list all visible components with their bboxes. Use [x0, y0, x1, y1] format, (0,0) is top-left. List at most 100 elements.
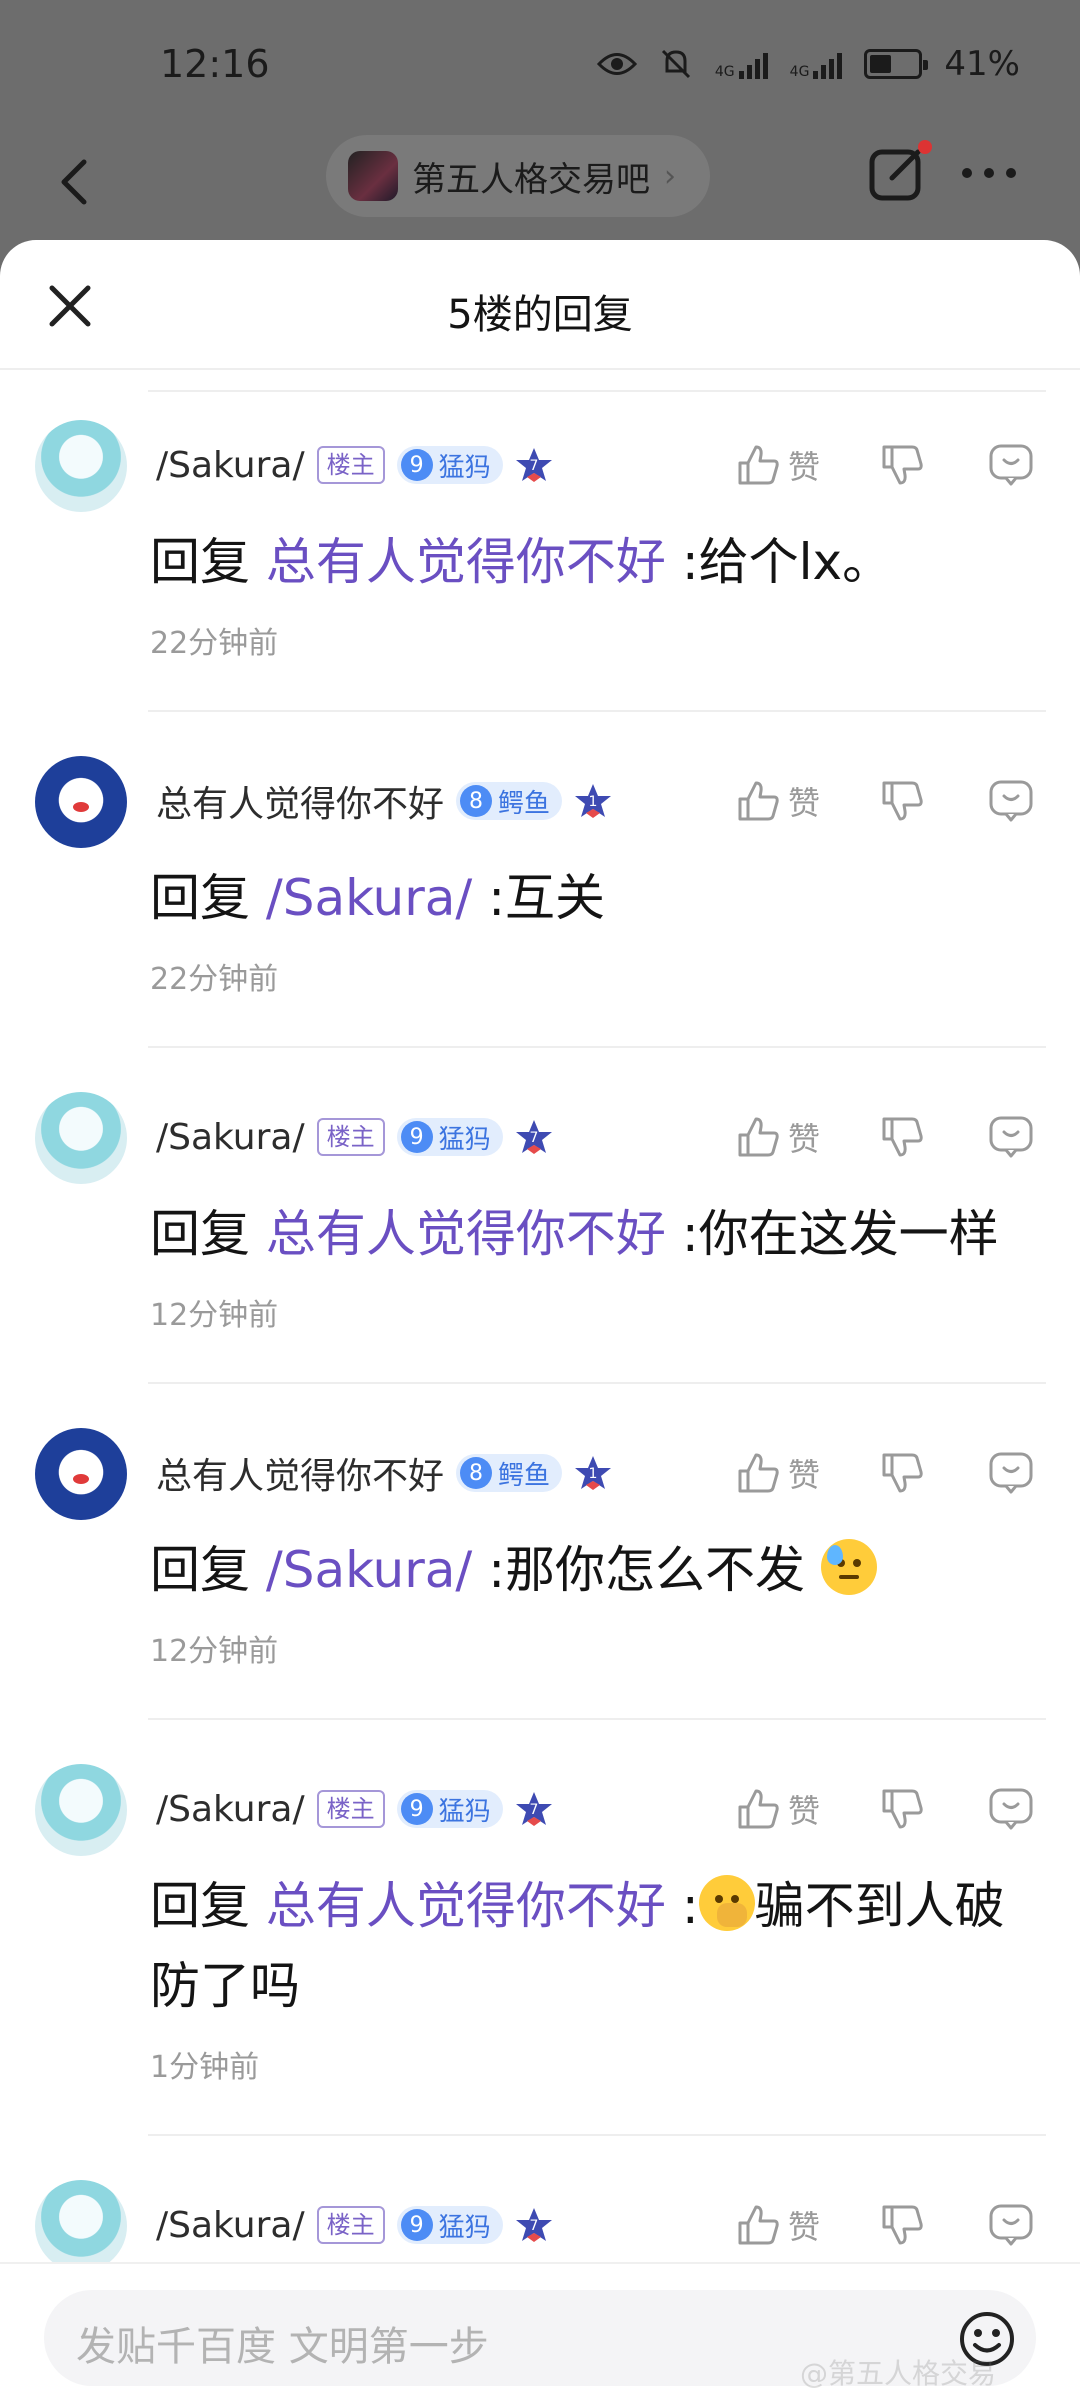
comment-input-placeholder: 发贴千百度 文明第一步: [76, 2324, 489, 2370]
net1-label: 4G: [714, 64, 735, 80]
star-level: 7: [529, 1802, 538, 1818]
avatar[interactable]: [35, 1764, 127, 1856]
forum-link[interactable]: 第五人格交易吧 ›: [326, 135, 710, 217]
username[interactable]: 总有人觉得你不好: [156, 775, 444, 827]
dislike-button[interactable]: [880, 438, 924, 492]
reply-meta: /Sakura/ 楼主 9 猛犸 7: [156, 440, 553, 490]
reply-text: 回复 总有人觉得你不好 : 骗不到人破防了吗: [150, 1866, 1050, 2026]
dislike-button[interactable]: [880, 2198, 924, 2252]
level-name: 猛犸: [438, 1796, 491, 1827]
thumbs-down-icon: [882, 1117, 923, 1157]
level-number: 9: [400, 1121, 433, 1153]
owner-tag: 楼主: [316, 1118, 385, 1156]
level-name: 鳄鱼: [498, 1460, 551, 1491]
like-button[interactable]: 赞: [736, 1110, 820, 1164]
avatar[interactable]: [35, 1428, 127, 1520]
mention-link[interactable]: /Sakura/: [266, 1541, 472, 1599]
comment-button[interactable]: [988, 1110, 1034, 1164]
thumbs-up-icon: [738, 1789, 779, 1829]
mention-link[interactable]: 总有人觉得你不好: [266, 1877, 666, 1935]
reply-text: 回复 /Sakura/ :那你怎么不发: [150, 1530, 877, 1610]
reply-meta: /Sakura/ 楼主 9 猛犸 7: [156, 2200, 553, 2250]
like-button[interactable]: 赞: [736, 1446, 820, 1500]
reply-sheet: 5楼的回复 /Sakura/ 楼主 9 猛犸 7 赞 回复 总有人觉得你不好:…: [0, 240, 1080, 2400]
comment-icon: [989, 1788, 1033, 1830]
reply-meta: 总有人觉得你不好 8 鳄鱼 1: [156, 776, 612, 826]
level-number: 9: [400, 1793, 433, 1825]
dislike-button[interactable]: [880, 1782, 924, 1836]
like-button[interactable]: 赞: [736, 1782, 820, 1836]
star-level: 1: [589, 1466, 598, 1482]
battery-icon: [864, 49, 929, 79]
mention-link[interactable]: /Sakura/: [266, 869, 472, 927]
star-level: 7: [529, 1130, 538, 1146]
reply-time: 22分钟前: [150, 626, 279, 661]
username[interactable]: /Sakura/: [156, 1117, 305, 1158]
watermark: @第五人格交易: [800, 2357, 997, 2390]
avatar[interactable]: [35, 420, 127, 512]
comment-icon: [989, 444, 1033, 486]
comment-icon: [989, 1116, 1033, 1158]
level-badge: 9 猛犸: [396, 446, 503, 484]
reply-time: 22分钟前: [150, 962, 279, 997]
reply-content: :互关: [488, 869, 606, 927]
level-number: 9: [400, 2209, 433, 2241]
like-label: 赞: [788, 784, 821, 822]
star-badge-icon: 7: [515, 1792, 552, 1826]
comment-button[interactable]: [988, 2198, 1034, 2252]
battery-percent: 41%: [944, 44, 1020, 84]
like-button[interactable]: 赞: [736, 774, 820, 828]
like-label: 赞: [788, 1456, 821, 1494]
comment-icon: [989, 1452, 1033, 1494]
dislike-button[interactable]: [880, 1110, 924, 1164]
thumbs-down-icon: [882, 1789, 923, 1829]
back-icon[interactable]: [46, 152, 106, 212]
thumbs-up-icon: [738, 445, 779, 485]
reply-content: :: [681, 1877, 699, 1935]
sheet-header: 5楼的回复: [0, 240, 1080, 370]
level-name: 鳄鱼: [498, 788, 551, 819]
username[interactable]: /Sakura/: [156, 2205, 305, 2246]
eye-icon: [596, 53, 637, 75]
like-button[interactable]: 赞: [736, 2198, 820, 2252]
comment-icon: [989, 780, 1033, 822]
reply-meta: /Sakura/ 楼主 9 猛犸 7: [156, 1784, 553, 1834]
status-time: 12:16: [160, 42, 270, 86]
thumbs-up-icon: [738, 781, 779, 821]
more-icon[interactable]: [962, 168, 1016, 178]
forum-avatar: [348, 151, 398, 201]
divider: [148, 1046, 1046, 1048]
avatar[interactable]: [35, 1092, 127, 1184]
thumbs-up-icon: [738, 1453, 779, 1493]
divider: [148, 1718, 1046, 1720]
mute-bell-icon: [661, 49, 690, 79]
avatar[interactable]: [35, 2180, 127, 2272]
comment-button[interactable]: [988, 774, 1034, 828]
star-badge-icon: 7: [515, 448, 552, 482]
comment-button[interactable]: [988, 438, 1034, 492]
reply-content: :你在这发一样: [681, 1205, 999, 1263]
mention-link[interactable]: 总有人觉得你不好: [266, 1205, 666, 1263]
comment-button[interactable]: [988, 1782, 1034, 1836]
thumbs-down-icon: [882, 445, 923, 485]
reply-time: 12分钟前: [150, 1634, 279, 1669]
comment-button[interactable]: [988, 1446, 1034, 1500]
forum-name: 第五人格交易吧: [412, 159, 650, 200]
level-name: 猛犸: [438, 2212, 491, 2243]
like-label: 赞: [788, 448, 821, 486]
reply-prefix: 回复: [150, 869, 250, 927]
reply-text: 回复 总有人觉得你不好 :给个lx。: [150, 522, 892, 602]
dislike-button[interactable]: [880, 1446, 924, 1500]
like-button[interactable]: 赞: [736, 438, 820, 492]
username[interactable]: 总有人觉得你不好: [156, 1447, 444, 1499]
username[interactable]: /Sakura/: [156, 1789, 305, 1830]
mention-link[interactable]: 总有人觉得你不好: [266, 533, 666, 591]
reply-prefix: 回复: [150, 533, 250, 591]
dislike-button[interactable]: [880, 774, 924, 828]
level-badge: 8 鳄鱼: [456, 782, 563, 820]
avatar[interactable]: [35, 756, 127, 848]
username[interactable]: /Sakura/: [156, 445, 305, 486]
reply-prefix: 回复: [150, 1541, 250, 1599]
reply-prefix: 回复: [150, 1877, 250, 1935]
star-badge-icon: 7: [515, 1120, 552, 1154]
